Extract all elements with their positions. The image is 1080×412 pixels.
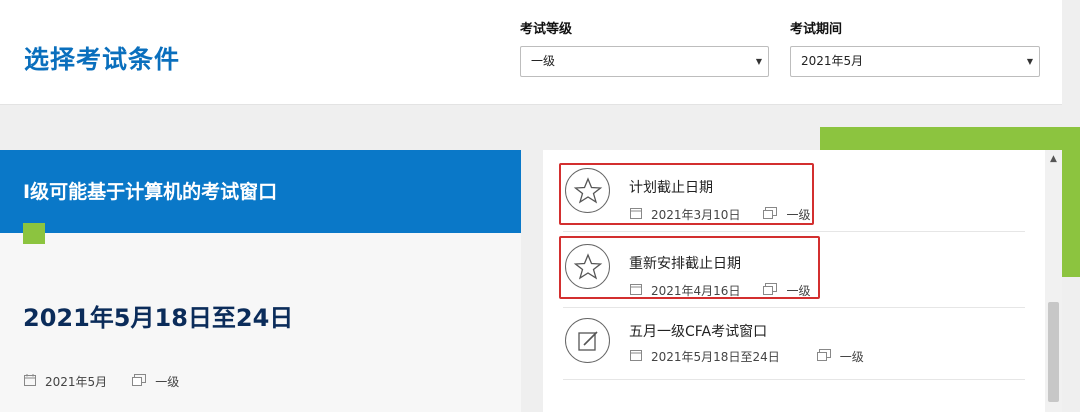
item-title: 五月一级CFA考试窗口 [629, 324, 768, 340]
exam-period-field: 考试期间 2021年5月 ▼ [790, 20, 1040, 77]
edit-icon [565, 318, 610, 363]
list-item[interactable]: 五月一级CFA考试窗口 2021年5月18日至24日 一级 [563, 304, 1025, 380]
exam-level-label: 考试等级 [520, 22, 573, 37]
exam-period-value: 2021年5月 [801, 54, 864, 68]
exam-window-meta: 2021年5月 一级 [23, 373, 203, 390]
item-date: 2021年5月18日至24日 [651, 350, 780, 364]
green-accent-square [23, 223, 45, 244]
exam-period-select[interactable]: 2021年5月 ▼ [790, 46, 1040, 77]
calendar-icon [23, 373, 37, 390]
level-icon [131, 373, 147, 390]
exam-level-select[interactable]: 一级 ▼ [520, 46, 769, 77]
exam-level-value: 一级 [531, 54, 556, 68]
highlight-box [559, 236, 820, 299]
meta-date: 2021年5月 [45, 375, 108, 389]
item-meta: 2021年5月18日至24日 一级 [629, 348, 886, 365]
exam-window-banner: I级可能基于计算机的考试窗口 [0, 150, 521, 233]
item-level: 一级 [839, 350, 864, 364]
chevron-down-icon: ▼ [1026, 57, 1033, 66]
green-accent-side [1062, 127, 1080, 277]
calendar-icon [629, 348, 643, 365]
banner-title: I级可能基于计算机的考试窗口 [23, 181, 278, 203]
exam-level-field: 考试等级 一级 ▼ [520, 20, 769, 77]
list-scrollbar[interactable]: ▲ [1045, 150, 1062, 412]
exam-window-date: 2021年5月18日至24日 [23, 304, 294, 332]
exam-window-panel: I级可能基于计算机的考试窗口 2021年5月18日至24日 2021年5月 一级 [0, 150, 521, 412]
meta-level: 一级 [155, 375, 180, 389]
exam-period-label: 考试期间 [790, 22, 843, 37]
level-icon [816, 348, 832, 365]
filter-title: 选择考试条件 [24, 45, 181, 74]
scroll-thumb[interactable] [1048, 302, 1059, 402]
scroll-up-icon[interactable]: ▲ [1045, 152, 1062, 166]
chevron-down-icon: ▼ [755, 57, 762, 66]
highlight-box [559, 163, 814, 225]
green-accent-bar [820, 127, 1080, 150]
exam-filter-card: 选择考试条件 考试等级 一级 ▼ 考试期间 2021年5月 ▼ [0, 0, 1062, 105]
